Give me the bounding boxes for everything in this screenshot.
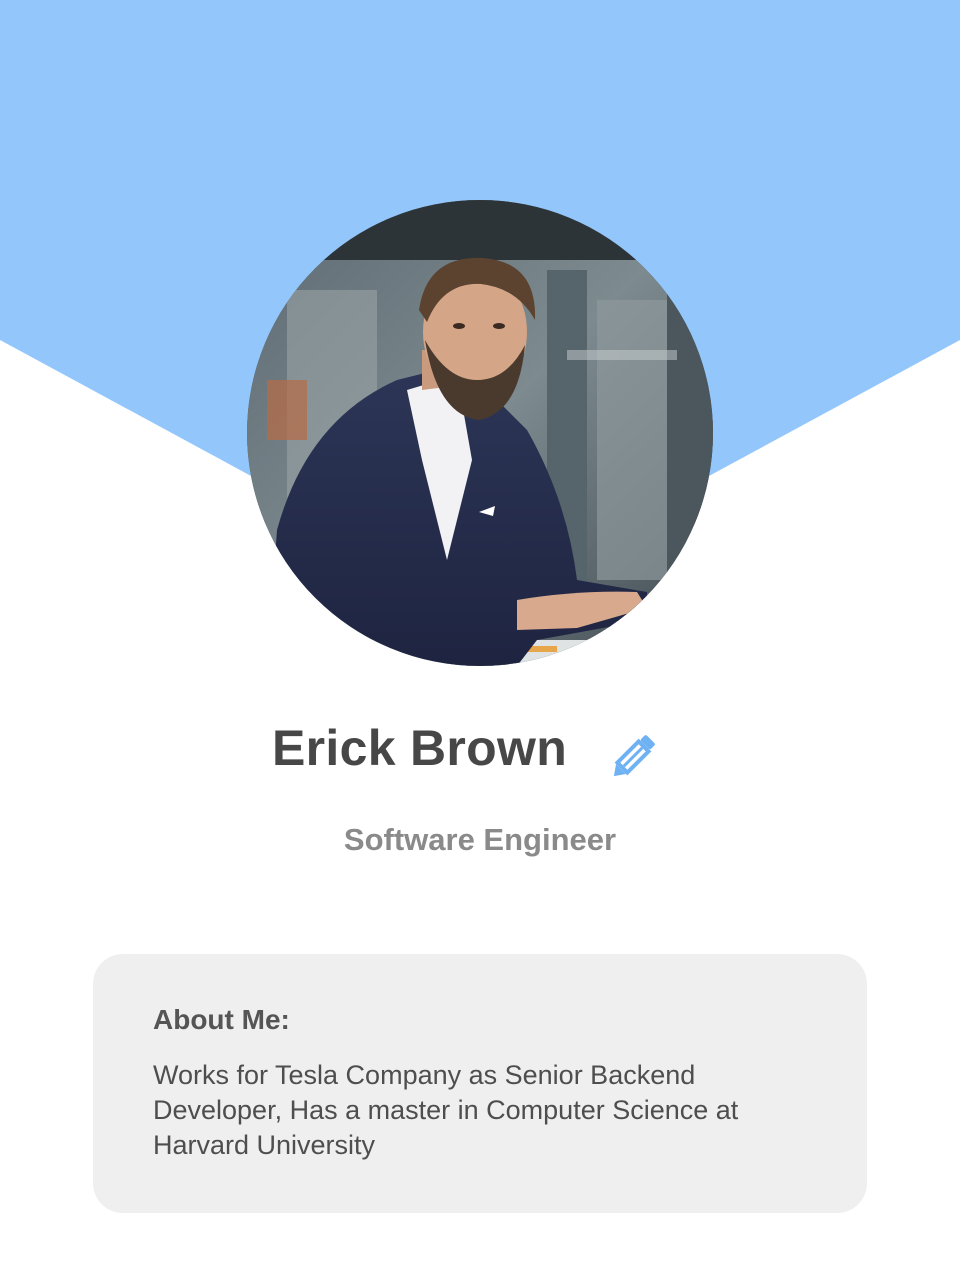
profile-photo bbox=[247, 200, 713, 666]
about-text: Works for Tesla Company as Senior Backen… bbox=[153, 1060, 739, 1160]
about-heading: About Me: bbox=[153, 1004, 290, 1035]
edit-button[interactable] bbox=[606, 730, 660, 784]
pencil-icon bbox=[613, 735, 655, 777]
avatar[interactable] bbox=[247, 200, 713, 666]
job-title: Software Engineer bbox=[343, 822, 617, 857]
profile-name: Erick Brown bbox=[272, 720, 568, 776]
name-row: Erick Brown bbox=[0, 712, 960, 784]
about-card: About Me: Works for Tesla Company as Sen… bbox=[93, 954, 867, 1213]
